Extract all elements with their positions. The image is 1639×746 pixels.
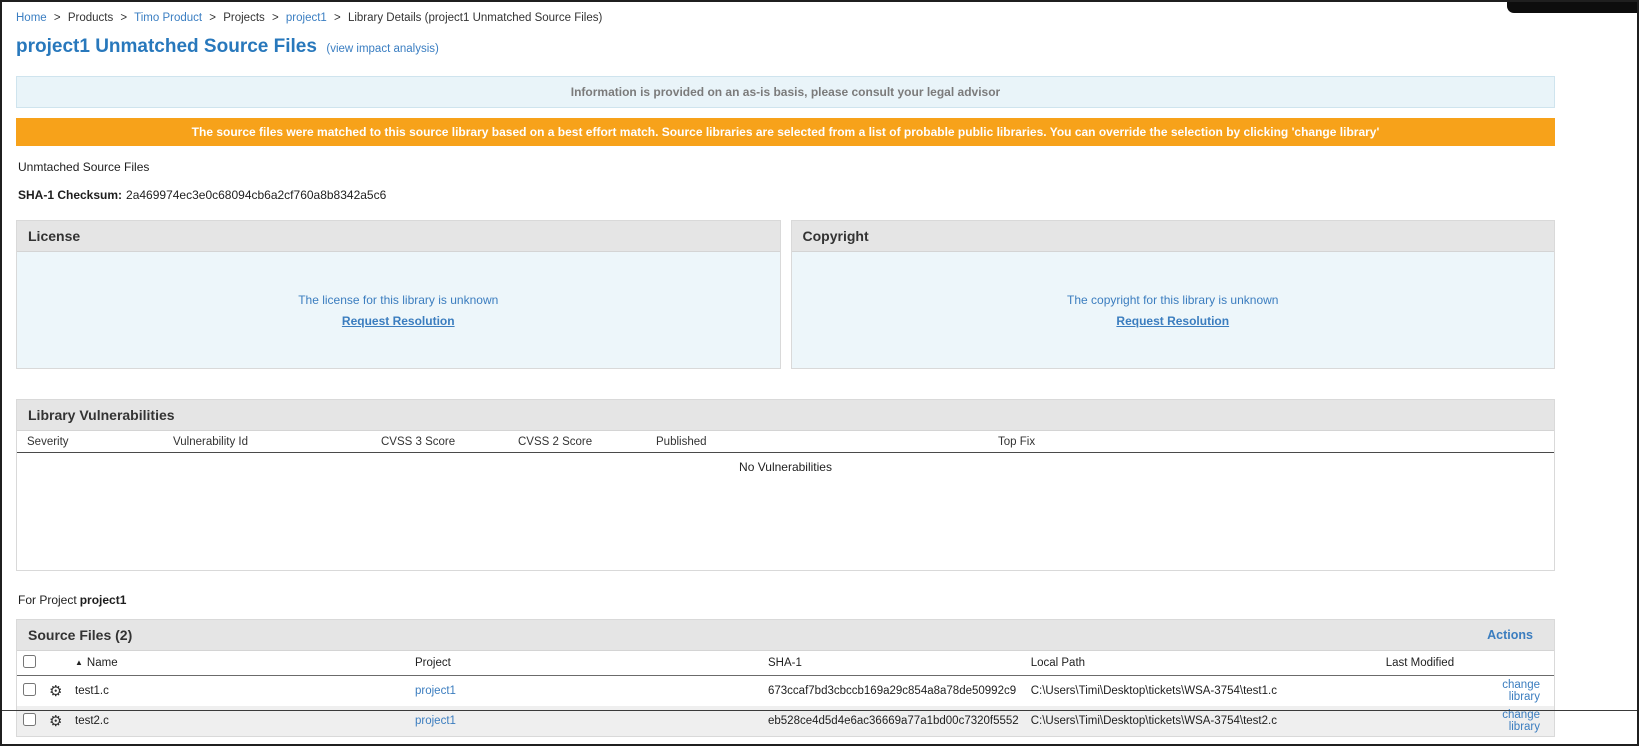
file-name: test1.c: [69, 676, 409, 707]
source-files-panel: Source Files (2) Actions ▲Name Project S…: [16, 619, 1555, 737]
source-files-header-row: ▲Name Project SHA-1 Local Path Last Modi…: [17, 651, 1554, 676]
actions-link[interactable]: Actions: [1487, 628, 1543, 642]
vuln-col-vulnerability-id: Vulnerability Id: [163, 431, 371, 453]
library-name: Unmtached Source Files: [18, 160, 1555, 174]
source-files-header: Source Files (2) Actions: [17, 620, 1554, 651]
license-panel-body: The license for this library is unknown …: [17, 252, 780, 368]
tooltip-fragment: [1507, 2, 1637, 13]
copyright-unknown-message: The copyright for this library is unknow…: [1067, 293, 1278, 307]
page-content: Home > Products > Timo Product > Project…: [2, 2, 1637, 737]
project-link[interactable]: project1: [415, 685, 456, 697]
vulnerabilities-panel-title: Library Vulnerabilities: [17, 400, 1554, 431]
vuln-col-top-fix: Top Fix: [988, 431, 1554, 453]
change-library-link[interactable]: change library: [1502, 679, 1540, 703]
change-library-link[interactable]: change library: [1502, 709, 1540, 733]
license-panel-title: License: [17, 221, 780, 252]
warning-banner: The source files were matched to this so…: [16, 118, 1555, 146]
source-files-table: ▲Name Project SHA-1 Local Path Last Modi…: [17, 651, 1554, 736]
license-copyright-row: License The license for this library is …: [16, 220, 1555, 369]
sort-asc-icon: ▲: [75, 658, 83, 667]
copyright-request-resolution-link[interactable]: Request Resolution: [1116, 314, 1229, 328]
breadcrumb-project[interactable]: project1: [286, 12, 327, 24]
vulnerabilities-panel: Library Vulnerabilities Severity Vulnera…: [16, 399, 1555, 571]
breadcrumb-library-details: Library Details (project1 Unmatched Sour…: [348, 12, 602, 24]
breadcrumb-products: Products: [68, 12, 113, 24]
title-row: project1 Unmatched Source Files (view im…: [16, 36, 1555, 58]
breadcrumb-product[interactable]: Timo Product: [134, 12, 202, 24]
change-library-cell: change library: [1485, 676, 1554, 707]
copyright-panel-body: The copyright for this library is unknow…: [792, 252, 1555, 368]
vuln-col-severity: Severity: [17, 431, 163, 453]
select-all-checkbox[interactable]: [23, 655, 36, 668]
breadcrumb-home[interactable]: Home: [16, 12, 47, 24]
row-checkbox[interactable]: [23, 683, 36, 696]
project-link[interactable]: project1: [415, 715, 456, 727]
col-name[interactable]: ▲Name: [69, 651, 409, 676]
col-local-path[interactable]: Local Path: [1025, 651, 1380, 676]
for-project-name: project1: [80, 593, 127, 607]
sha1-line: SHA-1 Checksum: 2a469974ec3e0c68094cb6a2c…: [18, 188, 1555, 202]
col-last-modified[interactable]: Last Modified: [1380, 651, 1485, 676]
file-sha1: 673ccaf7bd3cbccb169a29c854a8a78de50992c9: [762, 676, 1025, 707]
row-checkbox-cell: [17, 676, 43, 707]
view-impact-analysis-link[interactable]: (view impact analysis): [326, 43, 438, 55]
source-files-title: Source Files (2): [28, 627, 132, 643]
vuln-col-published: Published: [646, 431, 988, 453]
gear-icon[interactable]: ⚙: [49, 683, 62, 700]
breadcrumb-separator: >: [334, 12, 341, 24]
col-project[interactable]: Project: [409, 651, 762, 676]
for-project-line: For Projectproject1: [18, 593, 1555, 607]
row-checkbox[interactable]: [23, 713, 36, 726]
breadcrumb-separator: >: [54, 12, 61, 24]
license-request-resolution-link[interactable]: Request Resolution: [342, 314, 455, 328]
no-vulnerabilities-message: No Vulnerabilities: [17, 453, 1554, 474]
col-sha1[interactable]: SHA-1: [762, 651, 1025, 676]
vuln-col-cvss3: CVSS 3 Score: [371, 431, 508, 453]
select-all-cell: [17, 651, 43, 676]
gear-icon[interactable]: ⚙: [49, 713, 62, 730]
file-local-path: C:\Users\Timi\Desktop\tickets\WSA-3754\t…: [1025, 676, 1380, 707]
for-project-prefix: For Project: [18, 593, 77, 607]
vulnerabilities-empty-area: [17, 474, 1554, 570]
bottom-divider: [2, 710, 1637, 711]
vuln-col-cvss2: CVSS 2 Score: [508, 431, 646, 453]
file-last-modified: [1380, 676, 1485, 707]
breadcrumb-separator: >: [209, 12, 216, 24]
table-row: ⚙ test1.c project1 673ccaf7bd3cbccb169a2…: [17, 676, 1554, 707]
file-project-cell: project1: [409, 676, 762, 707]
breadcrumb-projects: Projects: [223, 12, 265, 24]
info-banner: Information is provided on an as-is basi…: [16, 76, 1555, 108]
vulnerabilities-header-row: Severity Vulnerability Id CVSS 3 Score C…: [17, 431, 1554, 453]
col-row-actions: [1485, 651, 1554, 676]
copyright-panel-title: Copyright: [792, 221, 1555, 252]
page-title: project1 Unmatched Source Files: [16, 36, 317, 57]
page-frame: Home > Products > Timo Product > Project…: [0, 0, 1639, 746]
row-gear-cell: ⚙: [43, 676, 69, 707]
copyright-panel: Copyright The copyright for this library…: [791, 220, 1556, 369]
breadcrumb-separator: >: [120, 12, 127, 24]
breadcrumb: Home > Products > Timo Product > Project…: [16, 12, 1555, 24]
sha1-value: 2a469974ec3e0c68094cb6a2cf760a8b8342a5c6: [126, 188, 386, 202]
breadcrumb-separator: >: [272, 12, 279, 24]
license-panel: License The license for this library is …: [16, 220, 781, 369]
vulnerabilities-table: Severity Vulnerability Id CVSS 3 Score C…: [17, 431, 1554, 453]
license-unknown-message: The license for this library is unknown: [298, 293, 498, 307]
gear-header-cell: [43, 651, 69, 676]
sha1-label: SHA-1 Checksum:: [18, 188, 122, 202]
